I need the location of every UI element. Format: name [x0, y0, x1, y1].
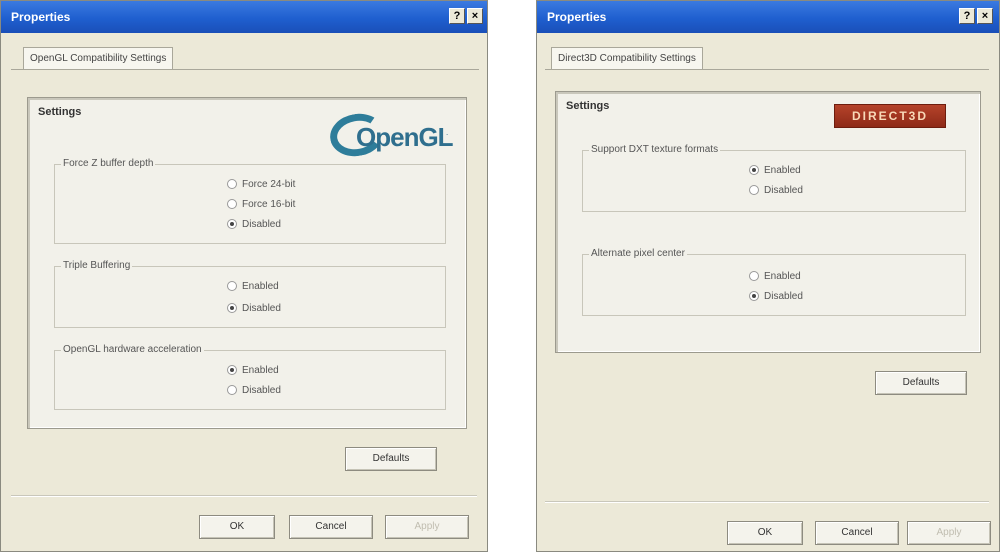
radio-label: Disabled	[242, 303, 281, 314]
group-label: Triple Buffering	[61, 260, 133, 271]
separator	[545, 501, 989, 503]
direct3d-properties-dialog: Properties ? × Direct3D Compatibility Se…	[536, 0, 1000, 552]
radio-disabled[interactable]: Disabled	[227, 385, 281, 398]
radio-label: Enabled	[764, 165, 801, 176]
panel-title: Settings	[566, 100, 610, 112]
defaults-button[interactable]: Defaults	[345, 447, 437, 471]
settings-panel: Settings DIRECT3D Support DXT texture fo…	[555, 91, 981, 353]
group-alternate-pixel-center: Alternate pixel center Enabled Disabled	[582, 248, 966, 316]
opengl-logo: OpenGL .	[326, 108, 456, 164]
apply-button: Apply	[385, 515, 469, 539]
radio-circle-selected	[227, 219, 237, 230]
radio-circle-selected	[227, 365, 237, 376]
radio-enabled[interactable]: Enabled	[749, 165, 801, 178]
defaults-button[interactable]: Defaults	[875, 371, 967, 395]
radio-label: Enabled	[242, 365, 279, 376]
radio-enabled[interactable]: Enabled	[227, 281, 279, 294]
group-force-z-buffer-depth: Force Z buffer depth Force 24-bit Force …	[54, 158, 446, 244]
radio-force-24-bit[interactable]: Force 24-bit	[227, 179, 295, 192]
radio-disabled[interactable]: Disabled	[227, 219, 281, 232]
group-label: Alternate pixel center	[589, 248, 687, 259]
radio-circle	[227, 199, 237, 210]
separator	[11, 495, 477, 497]
help-button[interactable]: ?	[449, 8, 465, 24]
radio-label: Disabled	[764, 185, 803, 196]
window-title: Properties	[547, 10, 607, 24]
radio-circle	[227, 281, 237, 292]
radio-circle	[227, 179, 237, 190]
radio-label: Enabled	[764, 271, 801, 282]
radio-enabled[interactable]: Enabled	[749, 271, 801, 284]
help-button[interactable]: ?	[959, 8, 975, 24]
ok-button[interactable]: OK	[199, 515, 275, 539]
radio-circle-selected	[749, 291, 759, 302]
group-support-dxt-texture-formats: Support DXT texture formats Enabled Disa…	[582, 144, 966, 212]
apply-button: Apply	[907, 521, 991, 545]
radio-label: Disabled	[242, 219, 281, 230]
cancel-button[interactable]: Cancel	[289, 515, 373, 539]
radio-circle-selected	[227, 303, 237, 314]
close-button[interactable]: ×	[467, 8, 483, 24]
radio-circle-selected	[749, 165, 759, 176]
direct3d-logo-text: DIRECT3D	[851, 109, 928, 123]
group-opengl-hardware-acceleration: OpenGL hardware acceleration Enabled Dis…	[54, 344, 446, 410]
direct3d-logo: DIRECT3D	[834, 104, 946, 128]
radio-label: Enabled	[242, 281, 279, 292]
radio-disabled[interactable]: Disabled	[749, 291, 803, 304]
tab-direct3d-compatibility[interactable]: Direct3D Compatibility Settings	[551, 47, 703, 69]
radio-disabled[interactable]: Disabled	[227, 303, 281, 316]
opengl-properties-dialog: Properties ? × OpenGL Compatibility Sett…	[0, 0, 488, 552]
radio-disabled[interactable]: Disabled	[749, 185, 803, 198]
radio-label: Disabled	[242, 385, 281, 396]
group-triple-buffering: Triple Buffering Enabled Disabled	[54, 260, 446, 328]
cancel-button[interactable]: Cancel	[815, 521, 899, 545]
close-button[interactable]: ×	[977, 8, 993, 24]
tab-divider	[11, 69, 479, 70]
ok-button[interactable]: OK	[727, 521, 803, 545]
group-label: Force Z buffer depth	[61, 158, 156, 169]
radio-circle	[749, 185, 759, 196]
window-title: Properties	[11, 10, 71, 24]
radio-circle	[227, 385, 237, 396]
radio-circle	[749, 271, 759, 282]
group-label: OpenGL hardware acceleration	[61, 344, 204, 355]
settings-panel: Settings OpenGL . Force Z buffer depth F…	[27, 97, 467, 429]
title-bar[interactable]: Properties ? ×	[1, 1, 487, 33]
tab-divider	[545, 69, 989, 70]
radio-label: Force 24-bit	[242, 179, 296, 190]
opengl-logo-mark: .	[446, 128, 449, 137]
opengl-logo-text: OpenGL	[356, 122, 454, 152]
title-bar[interactable]: Properties ? ×	[537, 1, 999, 33]
radio-enabled[interactable]: Enabled	[227, 365, 279, 378]
tab-opengl-compatibility[interactable]: OpenGL Compatibility Settings	[23, 47, 174, 69]
radio-force-16-bit[interactable]: Force 16-bit	[227, 199, 295, 212]
group-label: Support DXT texture formats	[589, 144, 721, 155]
panel-title: Settings	[38, 106, 82, 118]
radio-label: Disabled	[764, 291, 803, 302]
radio-label: Force 16-bit	[242, 199, 296, 210]
